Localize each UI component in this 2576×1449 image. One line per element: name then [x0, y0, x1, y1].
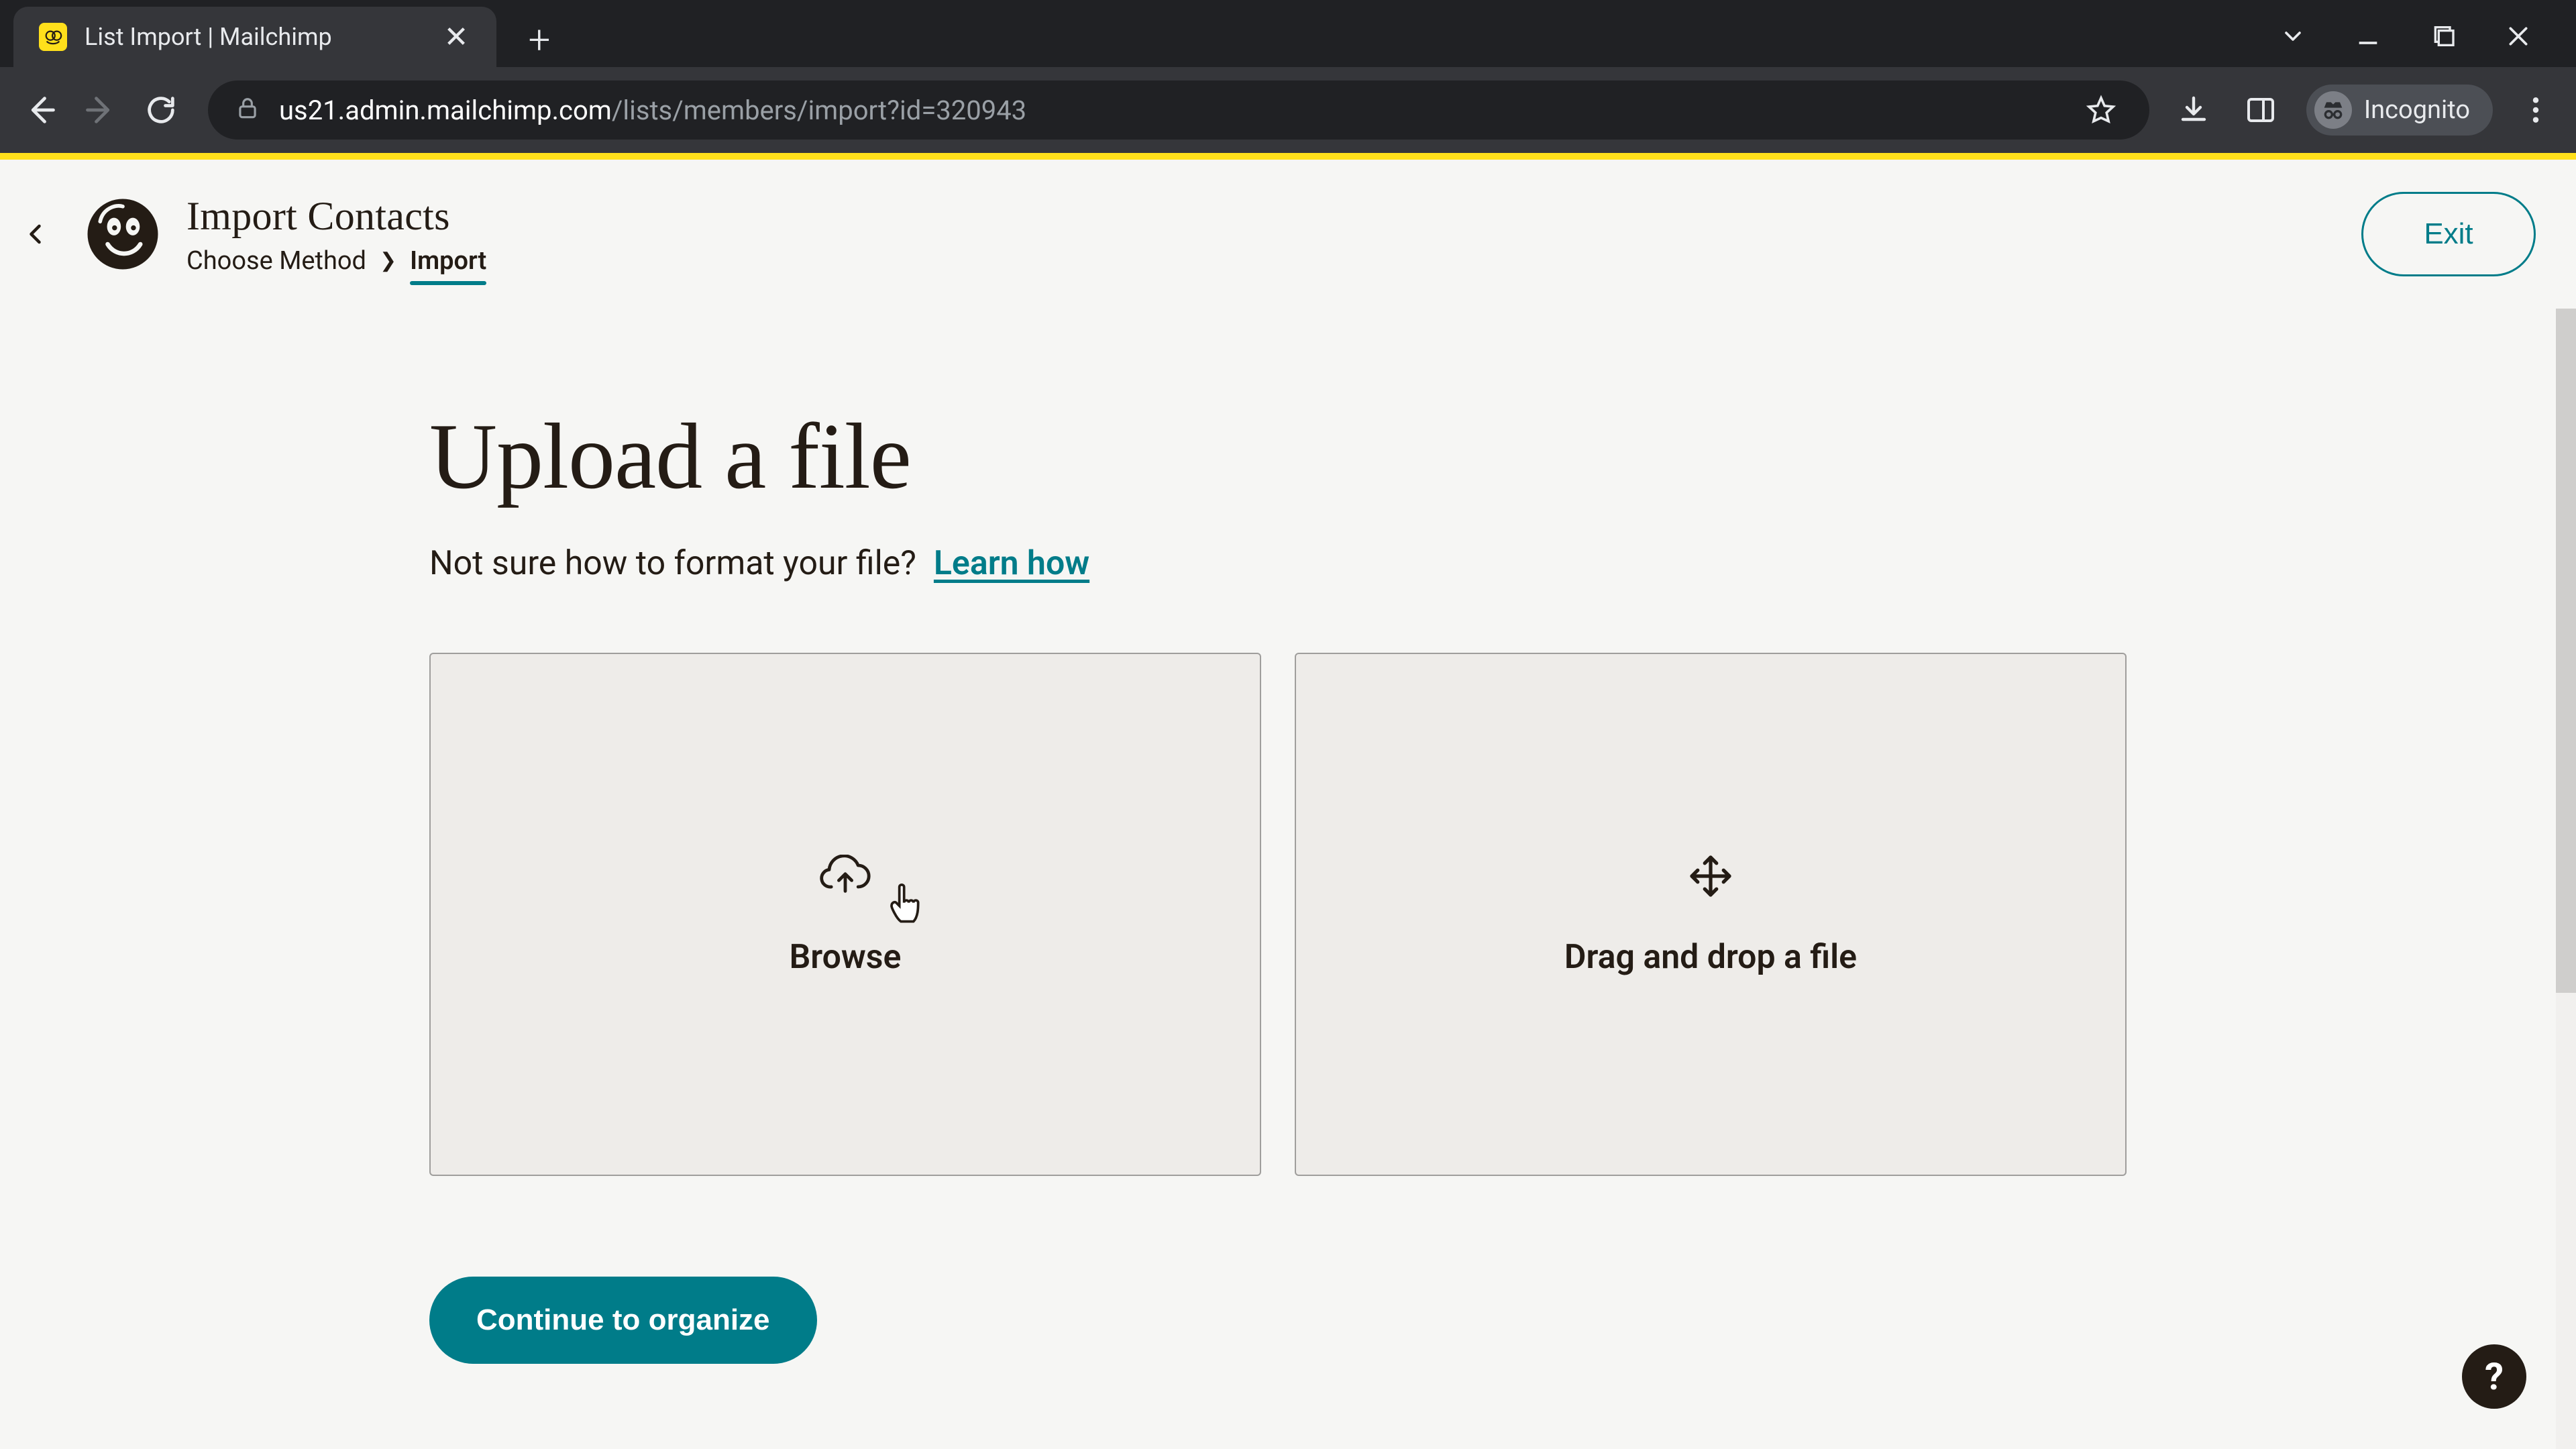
incognito-indicator[interactable]: Incognito	[2306, 85, 2493, 136]
minimize-window-icon[interactable]	[2351, 19, 2385, 54]
breadcrumbs: Choose Method ❯ Import	[186, 246, 486, 276]
omnibox[interactable]: us21.admin.mailchimp.com/lists/members/i…	[208, 80, 2149, 140]
browser-tab[interactable]: List Import | Mailchimp ✕	[13, 7, 496, 67]
app-header: Import Contacts Choose Method ❯ Import E…	[0, 160, 2576, 309]
back-chevron-icon[interactable]	[13, 211, 59, 257]
url-path: /lists/members/import?id=320943	[612, 95, 1026, 126]
vertical-scrollbar[interactable]	[2556, 309, 2576, 1449]
browse-label: Browse	[790, 938, 902, 977]
content-heading: Upload a file	[429, 402, 2127, 511]
downloads-icon[interactable]	[2172, 89, 2215, 131]
upload-cloud-icon	[819, 852, 871, 900]
subhelp-row: Not sure how to format your file? Learn …	[429, 544, 2127, 583]
page-body: Import Contacts Choose Method ❯ Import E…	[0, 153, 2576, 1449]
browser-chrome: List Import | Mailchimp ✕ +	[0, 0, 2576, 153]
content-area: Upload a file Not sure how to format you…	[0, 309, 2576, 1449]
mailchimp-logo-icon[interactable]	[79, 191, 166, 278]
breadcrumb-step-2: Import	[410, 246, 486, 276]
nav-forward-button[interactable]	[76, 86, 125, 134]
exit-button[interactable]: Exit	[2361, 192, 2536, 276]
reload-button[interactable]	[137, 86, 185, 134]
close-window-icon[interactable]	[2501, 19, 2536, 54]
accent-bar	[0, 153, 2576, 160]
bookmark-star-icon[interactable]	[2080, 89, 2123, 131]
tab-search-chevron-icon[interactable]	[2275, 19, 2310, 54]
move-arrows-icon	[1687, 852, 1734, 900]
window-controls	[2275, 19, 2563, 67]
toolbar-right: Incognito	[2172, 85, 2560, 136]
new-tab-button[interactable]: +	[513, 13, 566, 67]
mailchimp-favicon-icon	[39, 23, 67, 51]
tab-title: List Import | Mailchimp	[85, 23, 424, 51]
chevron-right-icon: ❯	[380, 249, 396, 272]
continue-button[interactable]: Continue to organize	[429, 1277, 817, 1364]
breadcrumb-step-1[interactable]: Choose Method	[186, 246, 366, 276]
side-panel-icon[interactable]	[2239, 89, 2282, 131]
learn-how-link[interactable]: Learn how	[934, 544, 1089, 583]
browse-card[interactable]: Browse	[429, 653, 1261, 1176]
nav-back-button[interactable]	[16, 86, 64, 134]
incognito-label: Incognito	[2364, 95, 2470, 125]
subhelp-text: Not sure how to format your file?	[429, 544, 916, 583]
maximize-window-icon[interactable]	[2426, 19, 2461, 54]
address-bar: us21.admin.mailchimp.com/lists/members/i…	[0, 67, 2576, 153]
drag-drop-card[interactable]: Drag and drop a file	[1295, 653, 2127, 1176]
url-host: us21.admin.mailchimp.com	[279, 95, 612, 126]
incognito-icon	[2314, 91, 2352, 129]
upload-options: Browse Drag and drop a file	[429, 653, 2127, 1176]
page-title: Import Contacts	[186, 193, 486, 239]
help-fab-button[interactable]: ?	[2462, 1344, 2526, 1409]
browser-menu-icon[interactable]	[2517, 95, 2555, 125]
drag-drop-label: Drag and drop a file	[1564, 938, 1857, 977]
url-text: us21.admin.mailchimp.com/lists/members/i…	[279, 95, 2061, 126]
header-titles: Import Contacts Choose Method ❯ Import	[186, 193, 486, 276]
tab-strip: List Import | Mailchimp ✕ +	[0, 0, 2576, 67]
lock-icon	[235, 96, 260, 124]
cursor-pointer-icon	[887, 881, 924, 930]
close-tab-icon[interactable]: ✕	[441, 22, 471, 52]
scrollbar-thumb[interactable]	[2556, 309, 2576, 993]
